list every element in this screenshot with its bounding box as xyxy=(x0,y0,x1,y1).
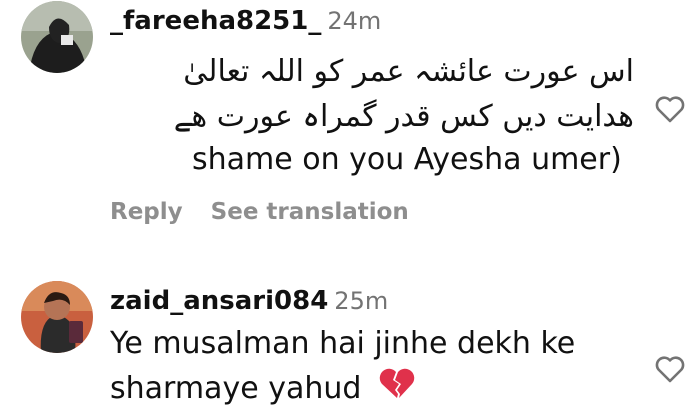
comment-text-line: اس عورت عائشہ عمر کو اللہ تعالیٰ xyxy=(183,54,634,89)
timestamp: 25m xyxy=(334,287,389,315)
comment-actions: Reply See translation xyxy=(110,199,437,225)
broken-heart-icon xyxy=(379,368,415,411)
reply-button[interactable]: Reply xyxy=(110,199,183,225)
timestamp: 24m xyxy=(327,7,382,35)
heart-outline-icon[interactable] xyxy=(654,94,686,124)
comment-item: _fareeha8251_ 24m اس عورت عائشہ عمر کو ال… xyxy=(0,0,697,240)
see-translation-button[interactable]: See translation xyxy=(211,199,409,225)
comment-header: _fareeha8251_ 24m xyxy=(110,6,381,39)
comment-text-line: sharmaye yahud xyxy=(110,368,415,411)
avatar[interactable] xyxy=(21,281,93,353)
comment-item: zaid_ansari084 25m Ye musalman hai jinhe … xyxy=(0,270,697,414)
username[interactable]: _fareeha8251_ xyxy=(110,6,321,36)
comment-text-line: ھدایت دیں کس قدر گمراہ عورت ھے xyxy=(173,99,634,134)
comment-text-line: shame on you Ayesha umer) xyxy=(192,142,622,177)
username[interactable]: zaid_ansari084 xyxy=(110,286,328,316)
comment-text-line: Ye musalman hai jinhe dekh ke xyxy=(110,326,576,361)
comment-text: sharmaye yahud xyxy=(110,371,362,406)
heart-outline-icon[interactable] xyxy=(654,354,686,384)
comment-header: zaid_ansari084 25m xyxy=(110,286,388,319)
avatar[interactable] xyxy=(21,1,93,73)
